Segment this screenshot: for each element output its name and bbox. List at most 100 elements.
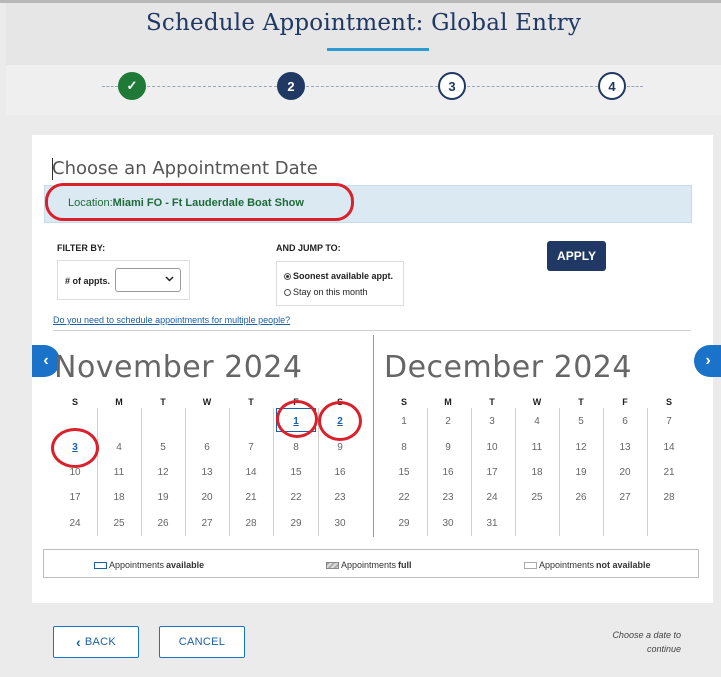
legend-full: Appointments full — [326, 560, 412, 570]
weekday-header: S — [400, 397, 407, 407]
step-connector — [306, 86, 438, 87]
calendar-day: 27 — [619, 492, 631, 503]
not-available-swatch — [524, 561, 537, 569]
calendar-day: 4 — [534, 416, 540, 427]
calendar-column-divider — [97, 408, 98, 536]
calendar-day: 15 — [398, 467, 410, 478]
calendar-day: 27 — [201, 518, 213, 529]
text-cursor — [52, 158, 53, 180]
calendar-day: 9 — [337, 442, 343, 453]
calendar-day: 21 — [245, 492, 257, 503]
calendar-day: 24 — [69, 518, 81, 529]
step-connector — [102, 86, 118, 87]
back-label: BACK — [84, 636, 117, 648]
back-button[interactable]: ‹ BACK — [53, 626, 139, 658]
appts-select[interactable] — [115, 268, 181, 292]
calendar-day: 5 — [160, 442, 166, 453]
multiple-people-link[interactable]: Do you need to schedule appointments for… — [53, 315, 290, 325]
calendar-column-divider — [427, 408, 428, 536]
calendar-day: 6 — [204, 442, 210, 453]
divider — [53, 330, 691, 331]
chevron-down-icon — [165, 274, 174, 286]
calendar-day: 20 — [619, 467, 631, 478]
radio-icon[interactable] — [284, 288, 291, 296]
date-highlight-oval — [51, 428, 99, 468]
footer-hint: Choose a date to continue — [590, 628, 681, 656]
calendar-day: 23 — [442, 492, 454, 503]
apply-button[interactable]: APPLY — [547, 241, 606, 271]
weekday-header: W — [532, 397, 542, 407]
jump-heading: AND JUMP TO: — [276, 243, 341, 253]
step-number: 4 — [608, 78, 616, 94]
available-swatch — [94, 561, 107, 569]
date-highlight-oval — [318, 401, 362, 441]
legend-available: Appointments available — [94, 560, 204, 570]
radio-soonest[interactable]: Soonest available appt. — [284, 271, 393, 281]
section-title: Choose an Appointment Date — [52, 158, 318, 179]
calendar-day: 30 — [442, 518, 454, 529]
calendar-day: 17 — [486, 467, 498, 478]
calendar-column-divider — [603, 408, 604, 536]
weekday-header: T — [578, 397, 584, 407]
hint-line-2: continue — [646, 644, 681, 654]
weekday-header: F — [622, 397, 628, 407]
next-month-button[interactable]: › — [694, 345, 721, 377]
step-1-complete: ✓ — [118, 72, 146, 100]
calendar-day: 8 — [401, 442, 407, 453]
calendar-day: 13 — [201, 467, 213, 478]
step-4: 4 — [598, 72, 626, 100]
calendar-day: 13 — [619, 442, 631, 453]
calendar-day: 25 — [113, 518, 125, 529]
legend-not-available: Appointments not available — [524, 560, 651, 570]
page-header: Schedule Appointment: Global Entry — [6, 3, 721, 65]
step-number: 2 — [287, 78, 295, 94]
legend-bold: not available — [596, 560, 651, 570]
calendar-day: 14 — [245, 467, 257, 478]
calendar-day: 19 — [157, 492, 169, 503]
calendar-day: 4 — [116, 442, 122, 453]
step-3: 3 — [438, 72, 466, 100]
calendar-day: 29 — [398, 518, 410, 529]
calendar-column-divider — [515, 408, 516, 536]
weekday-header: T — [248, 397, 254, 407]
chevron-right-icon: › — [705, 352, 711, 369]
calendar-day: 9 — [445, 442, 451, 453]
calendar-day: 19 — [575, 467, 587, 478]
calendar-day: 22 — [290, 492, 302, 503]
calendar-day: 15 — [290, 467, 302, 478]
calendar-day: 8 — [293, 442, 299, 453]
calendar-column-divider — [471, 408, 472, 536]
calendar-day: 10 — [69, 467, 81, 478]
calendar-day: 22 — [398, 492, 410, 503]
radio-selected-icon[interactable] — [284, 272, 291, 280]
calendar-day: 25 — [531, 492, 543, 503]
calendar-column-divider — [273, 408, 274, 536]
check-icon: ✓ — [126, 78, 138, 93]
calendar-day: 20 — [201, 492, 213, 503]
step-connector — [467, 86, 598, 87]
weekday-header: S — [71, 397, 78, 407]
calendar-day: 28 — [663, 492, 675, 503]
calendar-day: 28 — [245, 518, 257, 529]
calendar-day: 11 — [531, 442, 543, 453]
calendar-day: 31 — [486, 518, 498, 529]
weekday-header: T — [160, 397, 166, 407]
legend-text: Appointments — [109, 560, 165, 570]
step-2-current: 2 — [277, 72, 305, 100]
cancel-button[interactable]: CANCEL — [159, 626, 245, 658]
step-number: 3 — [448, 78, 456, 94]
calendar-day: 3 — [489, 416, 495, 427]
calendar-column-divider — [141, 408, 142, 536]
calendar-column-divider — [185, 408, 186, 536]
calendar-day: 12 — [575, 442, 587, 453]
legend-bold: full — [398, 560, 412, 570]
radio-stay[interactable]: Stay on this month — [284, 287, 368, 297]
calendar-day: 10 — [486, 442, 498, 453]
weekday-header: S — [665, 397, 672, 407]
step-connector — [147, 86, 277, 87]
calendar-day: 7 — [666, 416, 672, 427]
jump-box — [276, 261, 404, 306]
calendar-day: 11 — [113, 467, 125, 478]
calendar-day: 18 — [531, 467, 543, 478]
cancel-label: CANCEL — [178, 636, 226, 648]
